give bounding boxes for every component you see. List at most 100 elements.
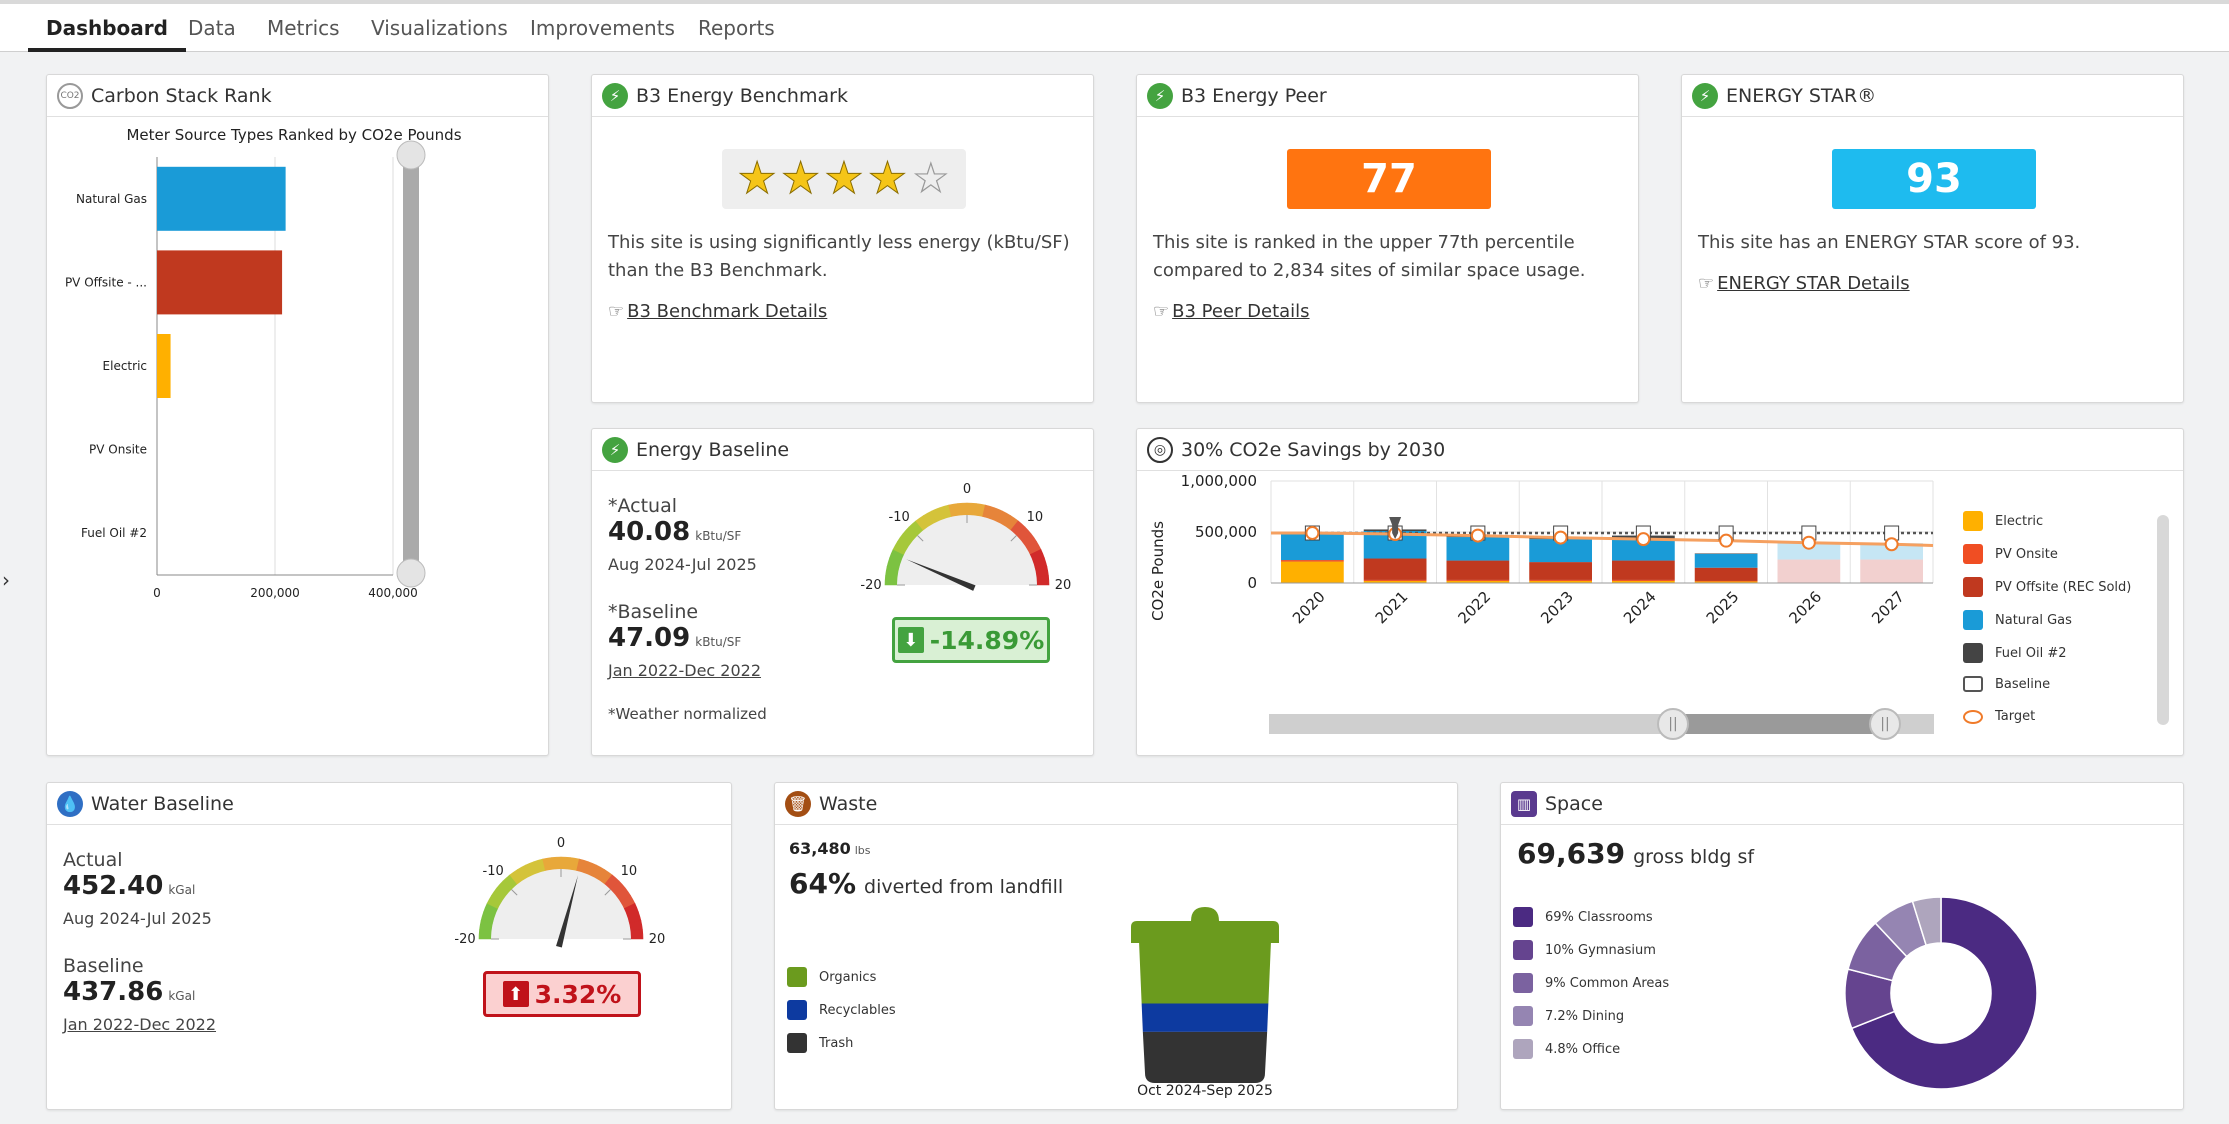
baseline-label: *Baseline [608, 601, 699, 623]
category-label: Natural Gas [76, 192, 147, 206]
bar-segment-2020 [1281, 560, 1344, 562]
y-tick-label: 0 [1247, 574, 1257, 592]
x-tick-label: 0 [153, 586, 161, 600]
legend-item-organics: Organics [787, 967, 876, 987]
legend-label: Fuel Oil #2 [1995, 645, 2067, 661]
tab-data[interactable]: Data [188, 16, 236, 50]
legend-swatch [1963, 511, 1983, 531]
legend-item-space-1: 10% Gymnasium [1513, 940, 1656, 960]
card-header: ▥ Space [1501, 783, 2183, 825]
bar-segment-2023 [1529, 562, 1592, 580]
x-tick-label: 2024 [1620, 588, 1660, 628]
legend-swatch [787, 1033, 807, 1053]
legend-label: 69% Classrooms [1545, 909, 1653, 925]
carbon-chart: Meter Source Types Ranked by CO2e Pounds… [65, 126, 462, 600]
arrow-down-icon: ⬇ [897, 627, 924, 653]
card-header: ⚡ ENERGY STAR® [1682, 75, 2183, 117]
pointing-hand-icon: ☞ [1698, 273, 1715, 294]
x-tick-label: 400,000 [368, 586, 418, 600]
tab-metrics[interactable]: Metrics [267, 16, 340, 50]
star-filled-icon: ★ [867, 153, 908, 204]
baseline-period-link[interactable]: Jan 2022-Dec 2022 [63, 1015, 216, 1034]
b3-peer-details-link[interactable]: B3 Peer Details [1172, 301, 1309, 322]
b3-benchmark-details-link[interactable]: B3 Benchmark Details [627, 301, 827, 322]
card-title: 30% CO2e Savings by 2030 [1181, 438, 1446, 461]
legend-label: Recyclables [819, 1002, 896, 1018]
legend-label: Baseline [1995, 676, 2051, 692]
energy-gauge: -20 -10 0 10 20 [860, 482, 1072, 593]
x-tick-label: 2022 [1454, 588, 1494, 628]
space-donut-chart [1844, 896, 2038, 1090]
gauge-band [1036, 575, 1050, 586]
slider-left-handle[interactable]: || [1657, 708, 1689, 740]
baseline-legend-icon [1963, 676, 1983, 692]
legend-swatch [1513, 973, 1533, 993]
x-tick-label: 2025 [1703, 588, 1743, 628]
weather-note: *Weather normalized [608, 705, 767, 723]
legend-item-space-2: 9% Common Areas [1513, 973, 1669, 993]
legend-item-pv-onsite[interactable]: PV Onsite [1963, 544, 2058, 564]
gauge-tick-label: -10 [483, 864, 504, 879]
actual-label: *Actual [608, 495, 678, 517]
target-marker [1801, 535, 1816, 550]
tab-dashboard[interactable]: Dashboard [28, 16, 186, 52]
energy-star-details-link[interactable]: ENERGY STAR Details [1717, 273, 1909, 294]
tab-reports[interactable]: Reports [698, 16, 775, 50]
legend-label: PV Onsite [1995, 546, 2058, 562]
slider-right-handle[interactable]: || [1869, 708, 1901, 740]
bar-segment-2023 [1529, 579, 1592, 581]
gauge-tick-label: -20 [454, 932, 475, 947]
energy-star-score-badge: 93 [1832, 149, 2036, 209]
time-range-slider[interactable]: || || [1269, 708, 1934, 740]
y-tick-label: 1,000,000 [1181, 472, 1257, 490]
star-filled-icon: ★ [824, 153, 864, 204]
slider-selected-range [1669, 714, 1882, 734]
card-title: B3 Energy Benchmark [636, 84, 848, 107]
x-tick-label: 2021 [1372, 588, 1412, 628]
card-header: ⚡ Energy Baseline [592, 429, 1093, 471]
bar-segment-2021 [1363, 579, 1427, 581]
legend-item-natural-gas[interactable]: Natural Gas [1963, 610, 2072, 630]
category-label: PV Offsite - ... [65, 275, 147, 289]
waste-total-value: 63,480 [789, 839, 851, 858]
benchmark-description: This site is using significantly less en… [608, 232, 1070, 281]
legend-item-baseline[interactable]: Baseline [1963, 676, 2050, 692]
legend-item-target[interactable]: Target [1963, 709, 2035, 724]
gauge-tick-label: 20 [1055, 578, 1072, 593]
tab-improvements[interactable]: Improvements [530, 16, 675, 50]
category-label: Electric [103, 359, 147, 373]
card-title: Water Baseline [91, 792, 234, 815]
water-baseline-card: 💧 Water Baseline Actual 452.40 kGal Aug 2… [46, 782, 732, 1110]
baseline-period-link[interactable]: Jan 2022-Dec 2022 [608, 661, 761, 680]
legend-item-fuel-oil-2[interactable]: Fuel Oil #2 [1963, 643, 2067, 663]
gauge-band [957, 502, 968, 516]
lightning-icon: ⚡ [602, 82, 628, 109]
sidebar-expand-icon[interactable]: › [2, 568, 10, 592]
bin-lid [1131, 921, 1279, 943]
legend-item-space-4: 4.8% Office [1513, 1039, 1620, 1059]
legend-scrollbar[interactable] [2157, 515, 2169, 725]
legend-swatch [787, 967, 807, 987]
bin-segment-organics [1139, 941, 1271, 1004]
gauge-tick-label: -10 [889, 510, 910, 525]
actual-period: Aug 2024-Jul 2025 [63, 909, 212, 928]
card-title: B3 Energy Peer [1181, 84, 1327, 107]
zoom-handle-top[interactable] [396, 140, 426, 170]
gauge-tick-label: 10 [621, 864, 638, 879]
zoom-scrollbar-track[interactable] [403, 159, 419, 575]
waste-period: Oct 2024-Sep 2025 [1137, 1083, 1273, 1099]
bar-segment-2025 [1694, 567, 1758, 581]
legend-item-trash: Trash [787, 1033, 853, 1053]
water-change-badge: ⬆ 3.32% [483, 971, 641, 1017]
b3-benchmark-card: ⚡ B3 Energy Benchmark ★ ★ ★ ★ ☆ This site is… [591, 74, 1094, 403]
legend-swatch [1963, 610, 1983, 630]
legend-item-pv-offsite-rec-sold-[interactable]: PV Offsite (REC Sold) [1963, 577, 2131, 597]
tab-visualizations[interactable]: Visualizations [371, 16, 508, 50]
water-baseline-block: Baseline 437.86 kGal Jan 2022-Dec 2022 [63, 955, 216, 1034]
zoom-handle-bottom[interactable] [396, 558, 426, 588]
gauge-band [630, 929, 644, 940]
legend-item-recyclables: Recyclables [787, 1000, 896, 1020]
energy-star-card: ⚡ ENERGY STAR® 93 This site has an ENERG… [1681, 74, 2184, 403]
lightning-icon: ⚡ [602, 436, 628, 463]
legend-item-electric[interactable]: Electric [1963, 511, 2043, 531]
